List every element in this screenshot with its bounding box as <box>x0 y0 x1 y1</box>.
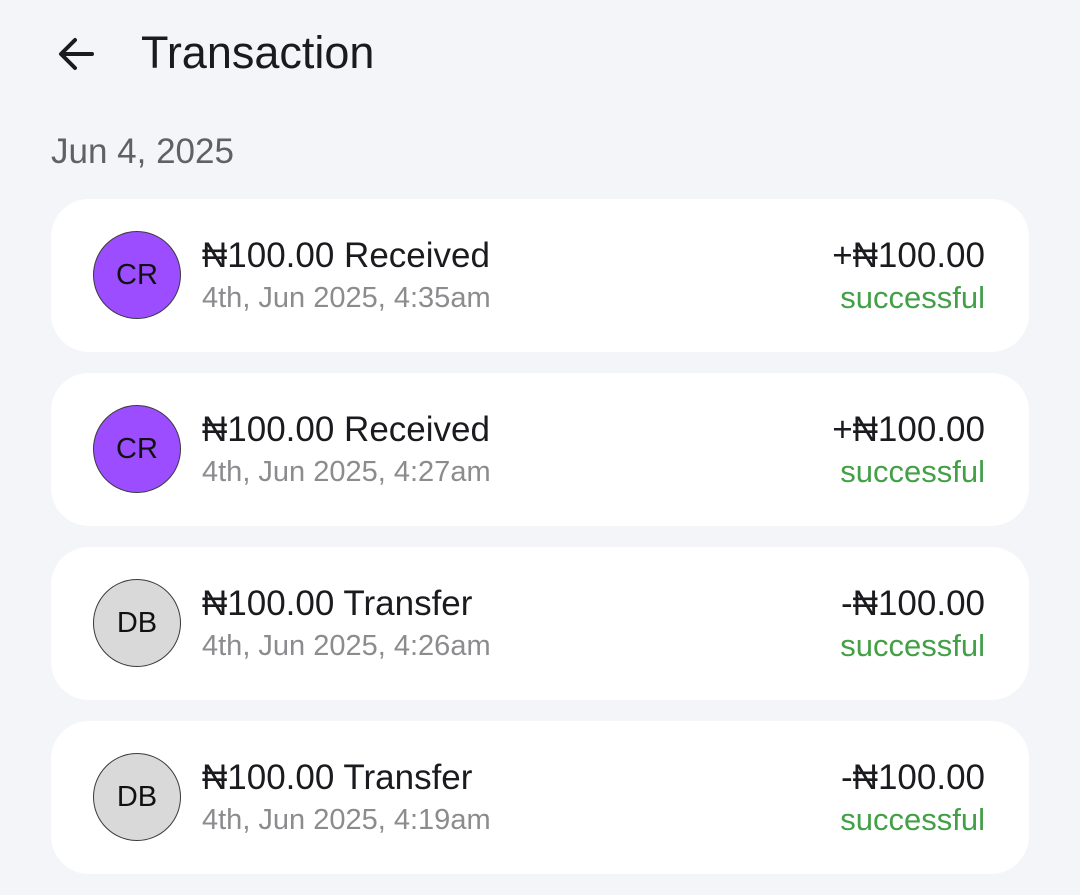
status-label: successful <box>840 802 985 837</box>
transaction-time: 4th, Jun 2025, 4:26am <box>202 630 491 662</box>
transaction-list: CR ₦100.00 Received 4th, Jun 2025, 4:35a… <box>51 199 1029 895</box>
avatar: CR <box>93 231 181 319</box>
transaction-amount: -₦100.00 <box>841 584 985 623</box>
transaction-card[interactable]: CR ₦100.00 Received 4th, Jun 2025, 4:35a… <box>51 199 1029 352</box>
transaction-title: ₦100.00 Transfer <box>202 758 473 797</box>
app-header: Transaction <box>0 0 1080 110</box>
transaction-title: ₦100.00 Received <box>202 236 490 275</box>
avatar: CR <box>93 405 181 493</box>
page-title: Transaction <box>141 27 375 78</box>
transaction-title: ₦100.00 Received <box>202 410 490 449</box>
status-label: successful <box>840 280 985 315</box>
transaction-amount: -₦100.00 <box>841 758 985 797</box>
transaction-card[interactable]: DB ₦100.00 Transfer 4th, Jun 2025, 4:19a… <box>51 721 1029 874</box>
avatar: DB <box>93 753 181 841</box>
transaction-time: 4th, Jun 2025, 4:35am <box>202 282 491 314</box>
date-group-header: Jun 4, 2025 <box>51 132 234 171</box>
status-label: successful <box>840 454 985 489</box>
transaction-amount: +₦100.00 <box>832 236 985 275</box>
status-label: successful <box>840 628 985 663</box>
transaction-title: ₦100.00 Transfer <box>202 584 473 623</box>
transaction-time: 4th, Jun 2025, 4:19am <box>202 804 491 836</box>
transaction-card[interactable]: CR ₦100.00 Received 4th, Jun 2025, 4:27a… <box>51 373 1029 526</box>
arrow-left-icon <box>59 38 94 70</box>
transaction-card[interactable]: DB ₦100.00 Transfer 4th, Jun 2025, 4:26a… <box>51 547 1029 700</box>
avatar: DB <box>93 579 181 667</box>
back-button[interactable] <box>50 28 102 80</box>
transaction-amount: +₦100.00 <box>832 410 985 449</box>
transaction-time: 4th, Jun 2025, 4:27am <box>202 456 491 488</box>
